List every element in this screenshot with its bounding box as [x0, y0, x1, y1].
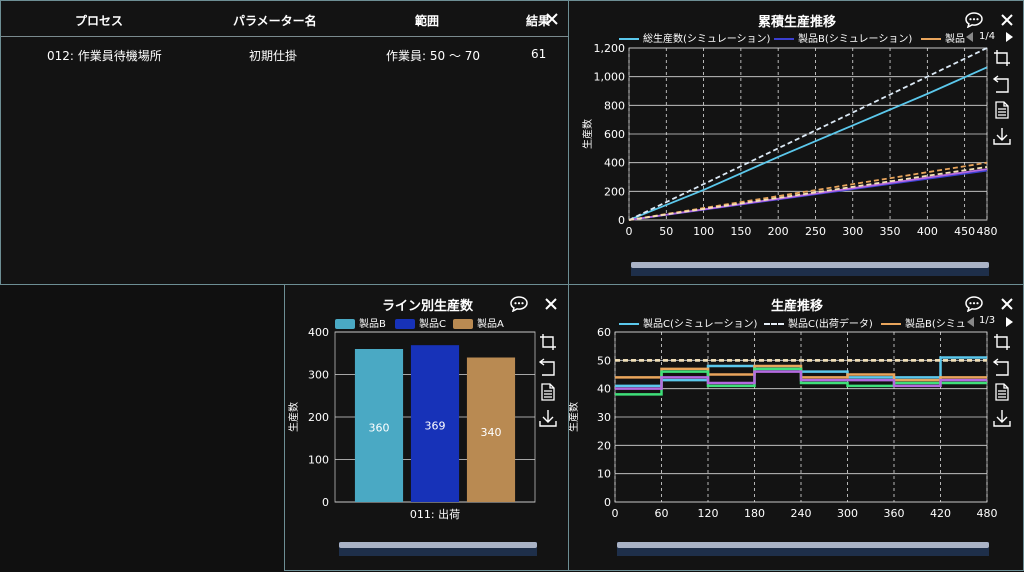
bar-value-label: 369 — [425, 420, 446, 433]
x-tick-label: 360 — [884, 507, 905, 520]
x-tick-label: 400 — [917, 225, 938, 238]
y-tick-label: 400 — [308, 326, 329, 339]
zoom-slider[interactable] — [617, 542, 989, 556]
y-axis-label: 生産数 — [581, 119, 594, 149]
x-tick-label: 180 — [744, 507, 765, 520]
production-trend-panel: 生産推移 製品C(シミュレーション) 製品C(出荷データ) 製品B(シミュ 1/… — [568, 284, 1024, 571]
chart-plot[interactable]: 0 10 20 30 40 50 60 0 60 120 180 240 300 360 420 480 生産数 — [569, 285, 1024, 572]
x-tick-label: 300 — [837, 507, 858, 520]
chart-plot[interactable]: 0 100 200 300 400 360 369 340 011: 出荷 生産数 — [285, 285, 570, 572]
column-header-parameter: パラメーター名 — [233, 14, 317, 28]
y-tick-label: 200 — [308, 411, 329, 424]
y-tick-label: 300 — [308, 369, 329, 382]
column-header-process: プロセス — [75, 14, 124, 28]
x-tick-label: 250 — [805, 225, 826, 238]
crop-icon[interactable] — [993, 333, 1011, 351]
table-header-divider — [1, 36, 568, 37]
y-tick-label: 10 — [597, 468, 611, 481]
x-tick-label: 150 — [730, 225, 751, 238]
download-icon[interactable] — [539, 409, 557, 427]
y-tick-label: 0 — [618, 214, 625, 227]
cumulative-chart-panel: 累積生産推移 総生産数(シミュレーション) 製品B(シミュレーション) 製品 1… — [568, 0, 1024, 285]
cell-parameter: 初期仕掛 — [249, 49, 298, 63]
undo-icon[interactable] — [993, 358, 1011, 376]
y-tick-label: 0 — [604, 496, 611, 509]
download-icon[interactable] — [993, 127, 1011, 145]
x-tick-label: 60 — [655, 507, 669, 520]
document-icon[interactable] — [539, 383, 557, 401]
x-tick-label: 420 — [930, 507, 951, 520]
y-tick-label: 20 — [597, 439, 611, 452]
x-category-label: 011: 出荷 — [410, 507, 460, 521]
y-tick-label: 0 — [322, 496, 329, 509]
chart-plot[interactable]: 0 200 400 600 800 1,000 1,200 0 50 100 150 200 250 30… — [569, 1, 1024, 286]
x-tick-label: 450 — [954, 225, 975, 238]
zoom-slider[interactable] — [631, 262, 989, 276]
y-tick-label: 1,000 — [594, 71, 626, 84]
x-tick-label: 200 — [768, 225, 789, 238]
y-tick-label: 30 — [597, 411, 611, 424]
x-tick-label: 50 — [659, 225, 673, 238]
y-tick-label: 100 — [308, 454, 329, 467]
series-line-0 — [628, 66, 988, 221]
y-tick-label: 60 — [597, 326, 611, 339]
zoom-slider[interactable] — [339, 542, 537, 556]
y-tick-label: 400 — [604, 157, 625, 170]
x-tick-label: 350 — [880, 225, 901, 238]
y-tick-label: 200 — [604, 185, 625, 198]
crop-icon[interactable] — [993, 49, 1011, 67]
y-tick-label: 800 — [604, 99, 625, 112]
x-tick-label: 120 — [698, 507, 719, 520]
undo-icon[interactable] — [539, 358, 557, 376]
y-tick-label: 50 — [597, 354, 611, 367]
document-icon[interactable] — [993, 101, 1011, 119]
x-tick-label: 480 — [977, 507, 998, 520]
y-axis-label: 生産数 — [287, 402, 300, 432]
x-tick-label: 0 — [626, 225, 633, 238]
y-tick-label: 40 — [597, 383, 611, 396]
x-tick-label: 0 — [612, 507, 619, 520]
column-header-range: 範囲 — [415, 14, 440, 28]
bar-value-label: 360 — [369, 422, 390, 435]
y-tick-label: 1,200 — [594, 42, 626, 55]
x-tick-label: 100 — [693, 225, 714, 238]
x-tick-label: 480 — [977, 225, 998, 238]
document-icon[interactable] — [993, 383, 1011, 401]
undo-icon[interactable] — [993, 75, 1011, 93]
results-table-panel: プロセス パラメーター名 範囲 結果 012: 作業員待機場所 初期仕掛 作業員… — [0, 0, 569, 285]
bar-value-label: 340 — [481, 426, 502, 439]
crop-icon[interactable] — [539, 333, 557, 351]
cell-process: 012: 作業員待機場所 — [47, 49, 162, 63]
cell-result: 61 — [531, 47, 547, 61]
line-production-panel: ライン別生産数 製品B 製品C 製品A 0 100 200 300 400 360 369 3… — [284, 284, 569, 571]
y-axis-label: 生産数 — [569, 402, 580, 432]
y-tick-label: 600 — [604, 128, 625, 141]
cell-range: 作業員: 50 〜 70 — [386, 49, 481, 63]
download-icon[interactable] — [993, 409, 1011, 427]
x-tick-label: 240 — [791, 507, 812, 520]
x-tick-label: 300 — [842, 225, 863, 238]
close-icon[interactable] — [546, 13, 558, 25]
